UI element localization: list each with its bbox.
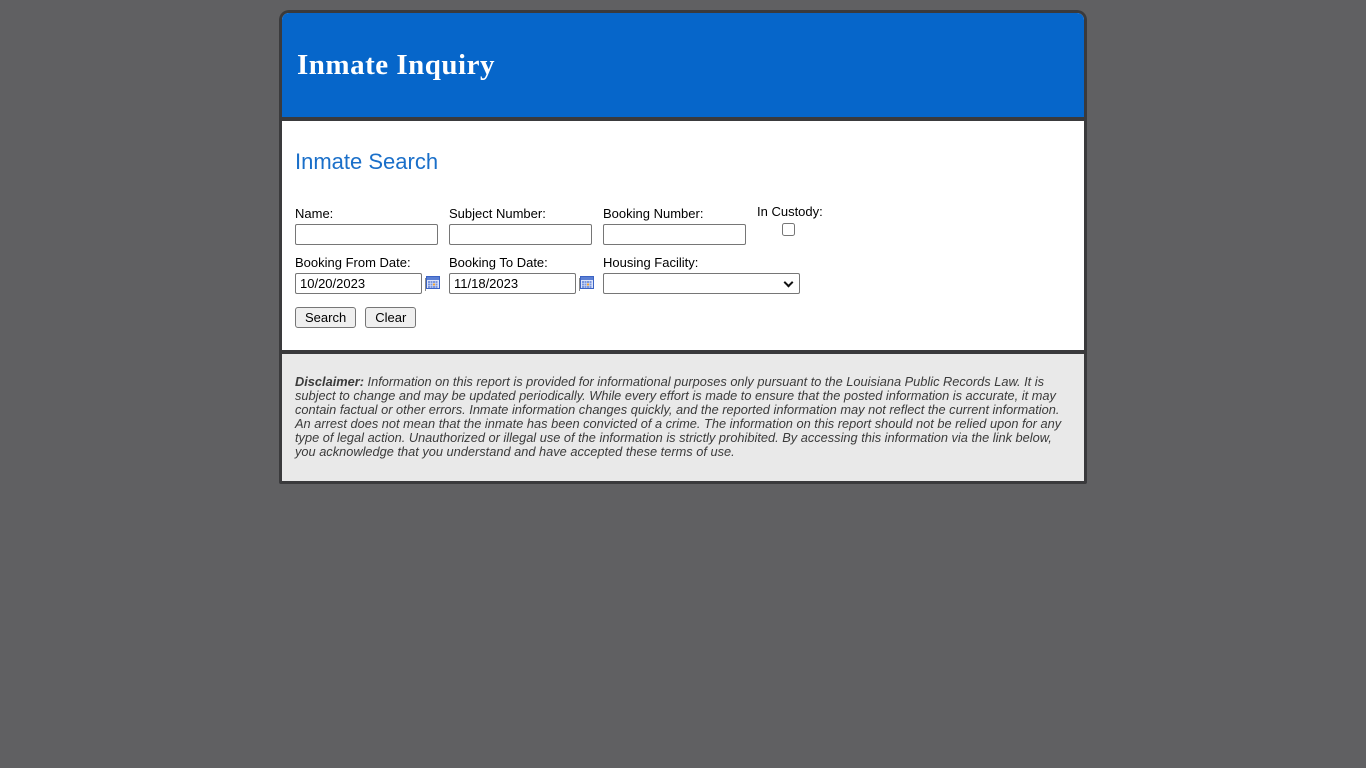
booking-from-field-group: Booking From Date: — [295, 255, 441, 294]
search-button[interactable]: Search — [295, 307, 357, 328]
calendar-icon[interactable] — [579, 276, 594, 291]
booking-to-field-group: Booking To Date: — [449, 255, 595, 294]
subject-number-label: Subject Number: — [449, 206, 546, 221]
booking-to-input[interactable] — [449, 273, 576, 294]
inmate-inquiry-card: Inmate Inquiry Inmate Search Name: Subje… — [279, 10, 1087, 484]
disclaimer-text: Information on this report is provided f… — [295, 374, 1062, 459]
search-heading: Inmate Search — [295, 149, 439, 174]
in-custody-checkbox[interactable] — [781, 223, 795, 236]
page-header: Inmate Inquiry — [282, 13, 1084, 121]
in-custody-label: In Custody: — [757, 204, 823, 219]
booking-number-label: Booking Number: — [603, 206, 704, 221]
housing-facility-select[interactable] — [603, 273, 800, 294]
page-title: Inmate Inquiry — [297, 48, 495, 81]
booking-from-label: Booking From Date: — [295, 255, 411, 270]
booking-from-input[interactable] — [295, 273, 422, 294]
disclaimer-label: Disclaimer: — [295, 374, 364, 389]
calendar-icon[interactable] — [425, 276, 440, 291]
search-section: Inmate Search Name: Subject Number: Book… — [282, 121, 1084, 350]
name-label: Name: — [295, 206, 334, 221]
disclaimer-section: Disclaimer: Information on this report i… — [282, 350, 1084, 481]
in-custody-field-group: In Custody: — [757, 204, 823, 236]
booking-number-input[interactable] — [603, 224, 746, 245]
button-row: Search Clear — [295, 307, 1071, 328]
clear-button[interactable]: Clear — [365, 307, 417, 328]
booking-to-label: Booking To Date: — [449, 255, 548, 270]
subject-number-input[interactable] — [449, 224, 592, 245]
name-input[interactable] — [295, 224, 438, 245]
booking-number-field-group: Booking Number: — [603, 206, 746, 245]
subject-number-field-group: Subject Number: — [449, 206, 592, 245]
form-row-1: Name: Subject Number: Booking Number: In… — [295, 204, 1071, 245]
form-row-2: Booking From Date: 10/20/2023 Booking To… — [295, 255, 1071, 294]
housing-facility-label: Housing Facility: — [603, 255, 699, 270]
name-field-group: Name: — [295, 206, 438, 245]
housing-facility-field-group: Housing Facility: — [603, 255, 800, 294]
